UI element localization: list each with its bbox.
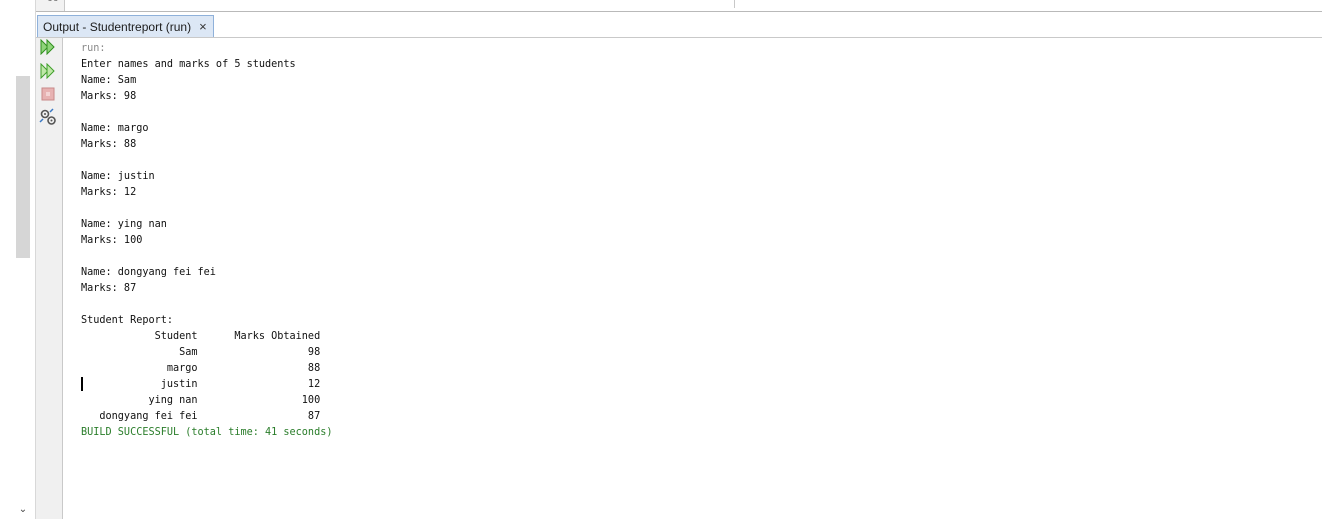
output-settings-button[interactable] xyxy=(39,108,57,126)
console-line: dongyang fei fei 87 xyxy=(81,411,321,422)
output-toolbar xyxy=(36,38,63,519)
double-play-icon xyxy=(40,63,55,79)
console-line: Name: dongyang fei fei xyxy=(81,267,216,278)
console-line: Enter names and marks of 5 students xyxy=(81,59,296,70)
tab-output-studentreport[interactable]: Output - Studentreport (run) × xyxy=(37,15,214,37)
close-icon[interactable]: × xyxy=(199,20,207,33)
rerun-with-options-button[interactable] xyxy=(39,62,57,80)
console-line: Marks: 88 xyxy=(81,139,137,150)
console-line: Marks: 100 xyxy=(81,235,143,246)
chevron-down-icon[interactable]: ⌄ xyxy=(18,504,28,516)
console-line: justin 12 xyxy=(81,379,321,390)
console-line: run: xyxy=(81,43,106,54)
console-text: run: Enter names and marks of 5 students N… xyxy=(81,41,332,441)
double-play-icon xyxy=(40,39,55,55)
editor-gutter: 66 xyxy=(36,0,65,11)
console-line: Student Report: xyxy=(81,315,174,326)
console-line: Name: justin xyxy=(81,171,155,182)
console-line: Name: margo xyxy=(81,123,149,134)
scrollbar-thumb[interactable] xyxy=(16,76,30,258)
console-line: ying nan 100 xyxy=(81,395,321,406)
console-line: margo 88 xyxy=(81,363,321,374)
console-line: Sam 98 xyxy=(81,347,321,358)
stop-button[interactable] xyxy=(39,85,57,103)
console-line: Student Marks Obtained xyxy=(81,331,321,342)
outer-scrollbar[interactable]: ⌄ xyxy=(0,0,36,519)
tab-title: Output - Studentreport (run) xyxy=(43,19,192,34)
console-line: Marks: 98 xyxy=(81,91,137,102)
gutter-line-number: 66 xyxy=(47,0,58,4)
console-line: Name: ying nan xyxy=(81,219,167,230)
console-line: Name: Sam xyxy=(81,75,137,86)
gears-icon xyxy=(39,108,56,125)
output-console[interactable]: run: Enter names and marks of 5 students N… xyxy=(63,38,1322,519)
text-caret xyxy=(81,377,83,391)
editor-margin-line xyxy=(734,0,735,8)
output-tab-bar: Output - Studentreport (run) × xyxy=(36,14,1322,38)
rerun-button[interactable] xyxy=(39,38,57,56)
editor-remnant: 66 xyxy=(36,0,1322,12)
console-line: BUILD SUCCESSFUL (total time: 41 seconds… xyxy=(81,427,333,438)
console-line: Marks: 87 xyxy=(81,283,137,294)
stop-icon xyxy=(41,87,55,101)
console-line: Marks: 12 xyxy=(81,187,137,198)
